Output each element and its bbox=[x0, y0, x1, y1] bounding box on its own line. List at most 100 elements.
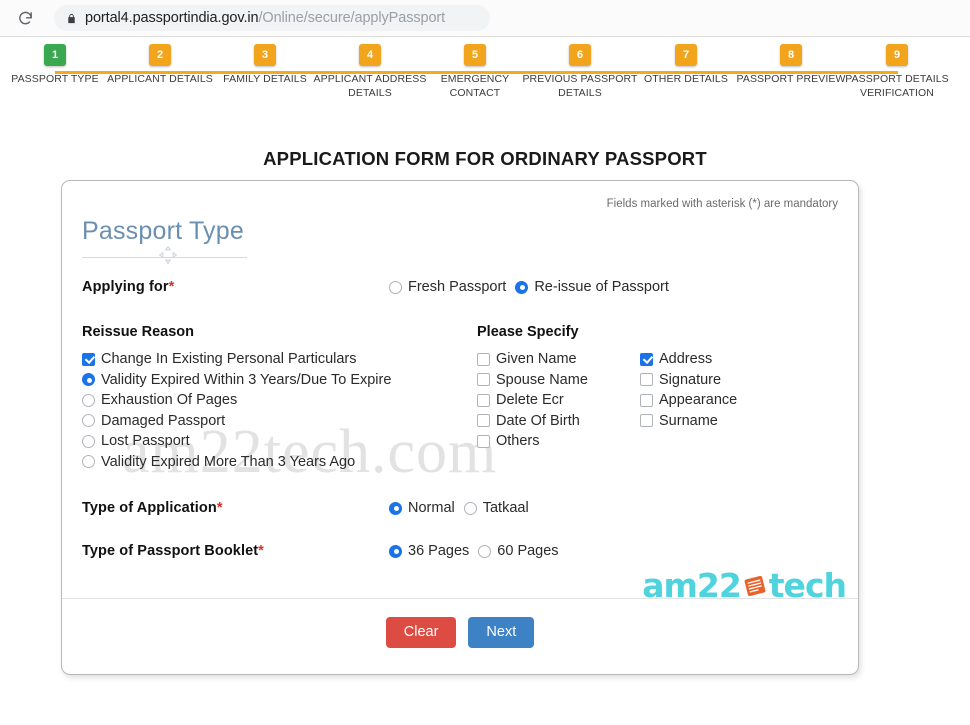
stepper-step-label-8: PASSPORT PREVIEW bbox=[736, 73, 846, 85]
applying-for-label-text: Applying for bbox=[82, 279, 169, 295]
checkbox-please-specify-option-right-0[interactable] bbox=[640, 352, 653, 366]
reissue-reason-option-1[interactable]: Validity Expired Within 3 Years/Due To E… bbox=[82, 372, 391, 388]
applying-for-option-label-1: Re-issue of Passport bbox=[534, 279, 669, 295]
type-of-booklet-required-asterisk: * bbox=[258, 543, 264, 559]
please-specify-option-right-label-3: Surname bbox=[659, 412, 718, 429]
please-specify-option-right-1[interactable]: Signature bbox=[640, 372, 737, 388]
please-specify-option-right-3[interactable]: Surname bbox=[640, 413, 737, 429]
radio-type-of-booklet-option-0[interactable] bbox=[389, 544, 402, 558]
stepper-step-number-9: 9 bbox=[886, 44, 908, 66]
page-title: APPLICATION FORM FOR ORDINARY PASSPORT bbox=[263, 148, 707, 169]
url-text: portal4.passportindia.gov.in/Online/secu… bbox=[85, 10, 445, 26]
type-of-booklet-option-label-1: 60 Pages bbox=[497, 543, 559, 559]
stepper-step-number-3: 3 bbox=[254, 44, 276, 66]
radio-reissue-reason-option-2[interactable] bbox=[82, 393, 95, 407]
checkbox-reissue-reason-option-0[interactable] bbox=[82, 352, 95, 366]
please-specify-column-left: Given Name Spouse Name Delete Ecr Date Of B… bbox=[477, 351, 588, 454]
please-specify-option-left-label-1: Spouse Name bbox=[496, 371, 588, 388]
please-specify-option-left-3[interactable]: Date Of Birth bbox=[477, 413, 588, 429]
checkbox-please-specify-option-left-0[interactable] bbox=[477, 352, 490, 366]
url-host: portal4.passportindia.gov.in bbox=[85, 10, 259, 26]
stepper-step-number-2: 2 bbox=[149, 44, 171, 66]
please-specify-option-left-1[interactable]: Spouse Name bbox=[477, 372, 588, 388]
reload-icon[interactable] bbox=[12, 5, 38, 31]
radio-applying-for-option-0[interactable] bbox=[389, 280, 402, 294]
please-specify-option-right-0[interactable]: Address bbox=[640, 351, 737, 367]
reissue-reason-options: Change In Existing Personal Particulars V… bbox=[82, 351, 391, 474]
am22tech-logo: am22 tech bbox=[642, 566, 847, 605]
reissue-reason-option-3[interactable]: Damaged Passport bbox=[82, 413, 391, 429]
reissue-reason-option-label-2: Exhaustion Of Pages bbox=[101, 392, 238, 408]
radio-type-of-application-option-1[interactable] bbox=[463, 501, 477, 515]
section-heading: Passport Type bbox=[82, 217, 244, 245]
stepper-step-6[interactable]: 6 PREVIOUS PASSPORT DETAILS bbox=[520, 44, 640, 100]
please-specify-column-right: Address Signature Appearance Surname bbox=[640, 351, 737, 433]
please-specify-option-left-label-4: Others bbox=[496, 433, 540, 449]
radio-type-of-application-option-0[interactable] bbox=[389, 501, 402, 515]
applying-for-option-0[interactable]: Fresh Passport bbox=[389, 279, 506, 295]
type-of-application-options: Normal Tatkaal bbox=[389, 500, 529, 516]
reissue-reason-title: Reissue Reason bbox=[82, 324, 195, 340]
stepper-step-number-7: 7 bbox=[675, 44, 697, 66]
reissue-reason-option-label-5: Validity Expired More Than 3 Years Ago bbox=[101, 453, 356, 470]
radio-reissue-reason-option-3[interactable] bbox=[82, 414, 95, 427]
checkbox-please-specify-option-right-3[interactable] bbox=[640, 414, 653, 427]
type-of-application-option-0[interactable]: Normal bbox=[389, 500, 455, 516]
stepper-step-label-3: FAMILY DETAILS bbox=[223, 73, 307, 85]
reissue-reason-option-label-4: Lost Passport bbox=[101, 433, 190, 449]
please-specify-title: Please Specify bbox=[477, 324, 579, 340]
stepper-step-3[interactable]: 3 FAMILY DETAILS bbox=[205, 44, 325, 86]
checkbox-please-specify-option-left-4[interactable] bbox=[477, 434, 490, 448]
type-of-booklet-label-text: Type of Passport Booklet bbox=[82, 543, 259, 559]
stepper-step-4[interactable]: 4 APPLICANT ADDRESS DETAILS bbox=[310, 44, 430, 100]
next-button[interactable]: Next bbox=[468, 617, 535, 648]
checkbox-please-specify-option-left-2[interactable] bbox=[477, 393, 490, 407]
type-of-application-option-1[interactable]: Tatkaal bbox=[463, 500, 529, 516]
stepper-step-8[interactable]: 8 PASSPORT PREVIEW bbox=[731, 44, 851, 86]
stepper-step-1[interactable]: 1 PASSPORT TYPE bbox=[0, 44, 115, 86]
stepper-step-9[interactable]: 9 PASSPORT DETAILS VERIFICATION bbox=[837, 44, 957, 100]
applying-for-options: Fresh Passport Re-issue of Passport bbox=[389, 279, 669, 295]
reissue-reason-option-5[interactable]: Validity Expired More Than 3 Years Ago bbox=[82, 454, 391, 470]
stepper-step-7[interactable]: 7 OTHER DETAILS bbox=[626, 44, 746, 86]
reissue-reason-option-0[interactable]: Change In Existing Personal Particulars bbox=[82, 351, 391, 367]
stepper-step-number-4: 4 bbox=[359, 44, 381, 66]
please-specify-option-right-label-2: Appearance bbox=[659, 392, 738, 408]
checkbox-please-specify-option-right-2[interactable] bbox=[640, 393, 653, 407]
type-of-booklet-option-label-0: 36 Pages bbox=[408, 543, 470, 559]
checkbox-please-specify-option-left-3[interactable] bbox=[477, 414, 490, 427]
checkbox-please-specify-option-right-1[interactable] bbox=[640, 373, 653, 386]
stepper-step-2[interactable]: 2 APPLICANT DETAILS bbox=[100, 44, 220, 86]
stepper-step-number-6: 6 bbox=[569, 44, 591, 66]
book-icon bbox=[742, 573, 768, 599]
radio-reissue-reason-option-1[interactable] bbox=[82, 373, 95, 386]
stepper-step-label-7: OTHER DETAILS bbox=[644, 73, 728, 85]
reissue-reason-option-4[interactable]: Lost Passport bbox=[82, 433, 391, 449]
applying-for-label: Applying for* bbox=[82, 279, 174, 295]
please-specify-option-left-4[interactable]: Others bbox=[477, 433, 588, 449]
progress-stepper: 1 PASSPORT TYPE 2 APPLICANT DETAILS 3 FAMILY … bbox=[0, 44, 970, 126]
type-of-booklet-options: 36 Pages 60 Pages bbox=[389, 543, 559, 559]
please-specify-option-left-2[interactable]: Delete Ecr bbox=[477, 392, 588, 408]
type-of-booklet-option-0[interactable]: 36 Pages bbox=[389, 543, 469, 559]
please-specify-option-right-2[interactable]: Appearance bbox=[640, 392, 737, 408]
radio-applying-for-option-1[interactable] bbox=[515, 280, 529, 294]
radio-type-of-booklet-option-1[interactable] bbox=[478, 544, 492, 558]
radio-reissue-reason-option-4[interactable] bbox=[82, 434, 95, 448]
checkbox-please-specify-option-left-1[interactable] bbox=[477, 373, 490, 386]
reissue-reason-option-2[interactable]: Exhaustion Of Pages bbox=[82, 392, 391, 408]
move-cursor-icon bbox=[158, 245, 178, 265]
please-specify-option-right-label-1: Signature bbox=[659, 371, 722, 388]
address-bar[interactable]: portal4.passportindia.gov.in/Online/secu… bbox=[54, 5, 490, 31]
clear-button[interactable]: Clear bbox=[385, 617, 457, 648]
type-of-booklet-option-1[interactable]: 60 Pages bbox=[478, 543, 559, 559]
reissue-reason-option-label-3: Damaged Passport bbox=[101, 412, 226, 429]
type-of-application-label: Type of Application* bbox=[82, 500, 223, 516]
radio-reissue-reason-option-5[interactable] bbox=[82, 455, 95, 468]
please-specify-option-left-0[interactable]: Given Name bbox=[477, 351, 588, 367]
url-path: /Online/secure/applyPassport bbox=[258, 10, 446, 26]
reissue-reason-option-label-1: Validity Expired Within 3 Years/Due To E… bbox=[101, 371, 392, 388]
stepper-step-5[interactable]: 5 EMERGENCY CONTACT bbox=[415, 44, 535, 100]
applying-for-option-1[interactable]: Re-issue of Passport bbox=[515, 279, 669, 295]
stepper-step-number-1: 1 bbox=[44, 44, 66, 66]
